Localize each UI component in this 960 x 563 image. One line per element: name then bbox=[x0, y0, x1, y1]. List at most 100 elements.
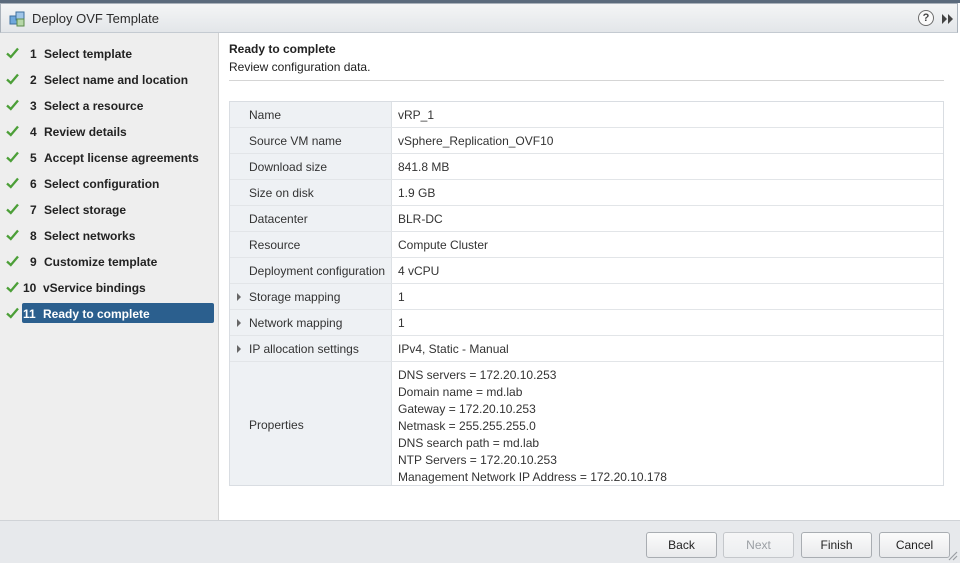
row-key: Resource bbox=[249, 238, 301, 252]
row-key-cell: Deployment configuration bbox=[230, 258, 392, 283]
row-key-cell: Storage mapping bbox=[230, 284, 392, 309]
property-line: Management Network IP Address = 172.20.1… bbox=[398, 470, 667, 484]
wizard-step-6[interactable]: 6 Select configuration bbox=[0, 173, 219, 193]
step-number: 6 bbox=[30, 177, 37, 191]
wizard-step-5[interactable]: 5 Accept license agreements bbox=[0, 147, 219, 167]
table-row: Source VM name vSphere_Replication_OVF10 bbox=[230, 128, 943, 154]
row-value: 1 bbox=[398, 316, 405, 330]
row-key: Size on disk bbox=[249, 186, 314, 200]
step-number: 5 bbox=[30, 151, 37, 165]
wizard-step-3[interactable]: 3 Select a resource bbox=[0, 95, 219, 115]
row-key-cell: IP allocation settings bbox=[230, 336, 392, 361]
step-number: 2 bbox=[30, 73, 37, 87]
wizard-step-1[interactable]: 1 Select template bbox=[0, 43, 219, 63]
header-divider bbox=[229, 80, 944, 81]
table-row[interactable]: Network mapping 1 bbox=[230, 310, 943, 336]
step-label: Review details bbox=[44, 125, 127, 139]
row-key-cell: Network mapping bbox=[230, 310, 392, 335]
wizard-step-10[interactable]: 10 vService bindings bbox=[0, 277, 219, 297]
step-label: Customize template bbox=[44, 255, 158, 269]
row-value: vRP_1 bbox=[398, 108, 435, 122]
step-number: 9 bbox=[30, 255, 37, 269]
step-number: 8 bbox=[30, 229, 37, 243]
page-title: Ready to complete bbox=[229, 42, 336, 56]
table-row: Download size 841.8 MB bbox=[230, 154, 943, 180]
table-row: Datacenter BLR-DC bbox=[230, 206, 943, 232]
table-row: Size on disk 1.9 GB bbox=[230, 180, 943, 206]
expand-triangle-icon[interactable] bbox=[237, 345, 241, 353]
resize-grip-icon[interactable] bbox=[946, 549, 958, 561]
finish-button[interactable]: Finish bbox=[801, 532, 872, 558]
checkmark-icon bbox=[6, 73, 19, 85]
row-value: 1 bbox=[398, 290, 405, 304]
step-label: Select template bbox=[44, 47, 133, 61]
property-line: DNS search path = md.lab bbox=[398, 436, 540, 450]
row-value: 4 vCPU bbox=[398, 264, 440, 278]
step-number: 10 bbox=[23, 281, 37, 295]
table-row[interactable]: Storage mapping 1 bbox=[230, 284, 943, 310]
table-row[interactable]: IP allocation settings IPv4, Static - Man… bbox=[230, 336, 943, 362]
step-label: vService bindings bbox=[43, 281, 146, 295]
checkmark-icon bbox=[6, 203, 19, 215]
step-label: Accept license agreements bbox=[44, 151, 199, 165]
row-value: 841.8 MB bbox=[398, 160, 450, 174]
row-key-cell: Name bbox=[230, 102, 392, 127]
wizard-step-8[interactable]: 8 Select networks bbox=[0, 225, 219, 245]
checkmark-icon bbox=[6, 47, 19, 59]
row-key: Deployment configuration bbox=[249, 264, 386, 278]
row-key: Name bbox=[249, 108, 282, 122]
properties-values: DNS servers = 172.20.10.253 Domain name =… bbox=[398, 367, 667, 486]
row-key: Network mapping bbox=[249, 316, 343, 330]
step-number: 3 bbox=[30, 99, 37, 113]
step-number: 7 bbox=[30, 203, 37, 217]
step-number: 4 bbox=[30, 125, 37, 139]
step-label: Ready to complete bbox=[43, 307, 150, 321]
table-row: Deployment configuration 4 vCPU bbox=[230, 258, 943, 284]
dialog-footer: Back Next Finish Cancel bbox=[0, 520, 960, 563]
wizard-step-4[interactable]: 4 Review details bbox=[0, 121, 219, 141]
row-value: vSphere_Replication_OVF10 bbox=[398, 134, 554, 148]
table-row: Name vRP_1 bbox=[230, 102, 943, 128]
row-key: Source VM name bbox=[249, 134, 342, 148]
row-key: Download size bbox=[249, 160, 328, 174]
help-icon[interactable]: ? bbox=[918, 10, 934, 26]
checkmark-icon bbox=[6, 177, 19, 189]
expand-triangle-icon[interactable] bbox=[237, 293, 241, 301]
wizard-step-2[interactable]: 2 Select name and location bbox=[0, 69, 219, 89]
row-key: Datacenter bbox=[249, 212, 308, 226]
row-key-cell: Download size bbox=[230, 154, 392, 179]
step-number: 11 bbox=[23, 307, 36, 321]
cancel-button[interactable]: Cancel bbox=[879, 532, 950, 558]
page-subtitle: Review configuration data. bbox=[229, 60, 371, 74]
property-line: Gateway = 172.20.10.253 bbox=[398, 402, 536, 416]
step-label: Select storage bbox=[44, 203, 127, 217]
row-key-cell: Resource bbox=[230, 232, 392, 257]
double-chevron-right-icon[interactable] bbox=[941, 13, 955, 25]
property-line: DNS servers = 172.20.10.253 bbox=[398, 368, 557, 382]
wizard-step-7[interactable]: 7 Select storage bbox=[0, 199, 219, 219]
row-key: IP allocation settings bbox=[249, 342, 359, 356]
checkmark-icon bbox=[6, 125, 19, 137]
summary-table: Name vRP_1 Source VM name vSphere_Replicati… bbox=[229, 101, 944, 486]
back-button[interactable]: Back bbox=[646, 532, 717, 558]
wizard-steps-sidebar: 1 Select template 2 Select name and locatio… bbox=[0, 33, 219, 520]
property-line: Domain name = md.lab bbox=[398, 385, 523, 399]
row-value: BLR-DC bbox=[398, 212, 443, 226]
property-line: Netmask = 255.255.255.0 bbox=[398, 419, 536, 433]
dialog-title: Deploy OVF Template bbox=[32, 11, 159, 26]
row-key-cell: Datacenter bbox=[230, 206, 392, 231]
row-value: 1.9 GB bbox=[398, 186, 436, 200]
properties-row: Properties DNS servers = 172.20.10.253 Dom… bbox=[230, 362, 943, 485]
step-label: Select configuration bbox=[44, 177, 160, 191]
step-number: 1 bbox=[30, 47, 37, 61]
wizard-step-9[interactable]: 9 Customize template bbox=[0, 251, 219, 271]
row-key-cell: Size on disk bbox=[230, 180, 392, 205]
row-key: Properties bbox=[249, 418, 304, 432]
row-key: Storage mapping bbox=[249, 290, 341, 304]
row-value: IPv4, Static - Manual bbox=[398, 342, 509, 356]
table-row: Resource Compute Cluster bbox=[230, 232, 943, 258]
expand-triangle-icon[interactable] bbox=[237, 319, 241, 327]
step-label: Select name and location bbox=[44, 73, 189, 87]
checkmark-icon bbox=[6, 307, 19, 319]
wizard-step-11[interactable]: 11 Ready to complete bbox=[0, 303, 219, 323]
